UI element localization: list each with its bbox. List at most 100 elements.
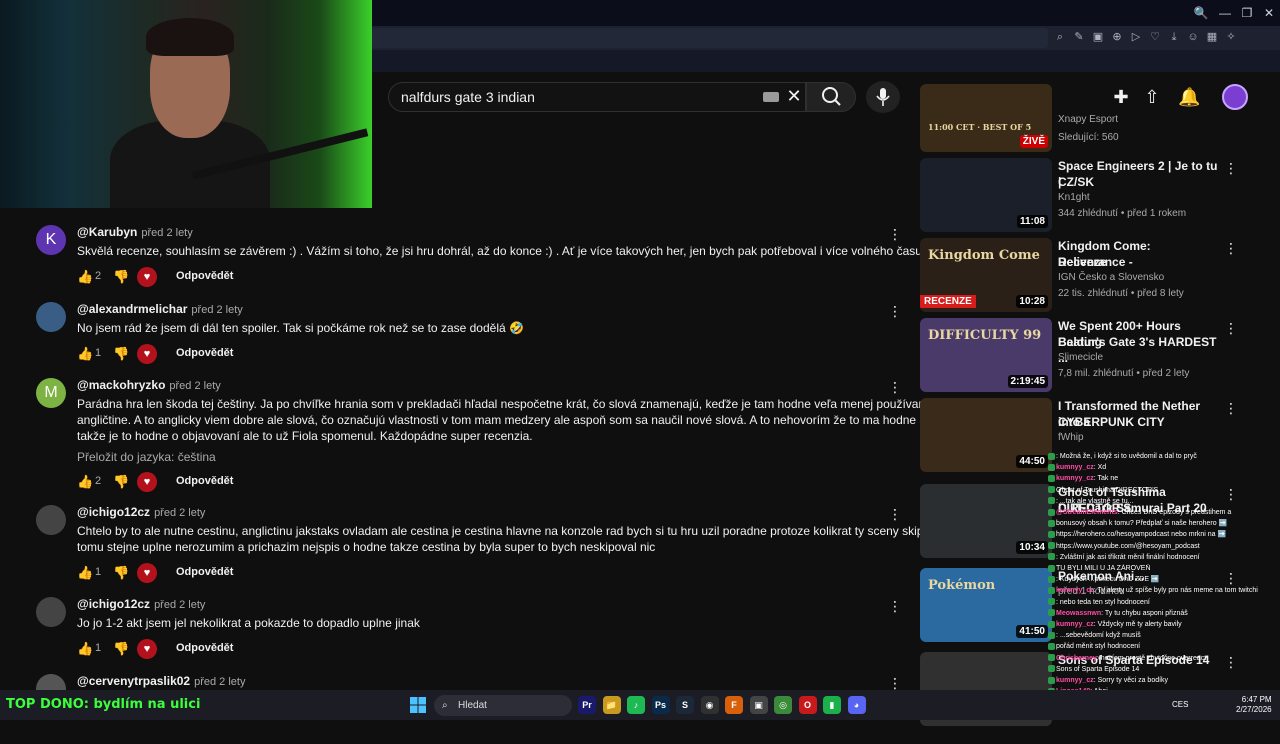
comment-handle[interactable]: @ichigo12cz (77, 505, 150, 519)
reply-button[interactable]: Odpovědět (176, 347, 233, 359)
video-thumbnail[interactable]: 10:34 (920, 484, 1052, 558)
comment-menu-icon[interactable]: ⋮ (888, 597, 902, 615)
like-icon[interactable]: 👍 (77, 346, 93, 362)
related-video[interactable]: Kingdom Come RECENZE 10:28 Kingdom Come: De… (920, 238, 1280, 312)
creator-heart-icon[interactable]: ♥ (137, 563, 157, 583)
comment-author[interactable]: @alexandrmelichar před 2 lety (77, 302, 243, 316)
like-icon[interactable]: 👍 (77, 565, 93, 581)
play-icon[interactable]: ▷ (1128, 29, 1144, 45)
search-input[interactable]: nalfdurs gate 3 indian (388, 82, 806, 112)
comment-handle[interactable]: @alexandrmelichar (77, 302, 187, 316)
video-title-line[interactable]: CZ/SK (1058, 174, 1218, 190)
discord-icon[interactable]: ◕ (847, 696, 866, 714)
chrome-icon[interactable]: ◎ (774, 696, 792, 714)
related-video[interactable]: DIFFICULTY 99 2:19:45 We Spent 200+ Hours … (920, 318, 1280, 392)
like-icon[interactable]: 👍 (77, 641, 93, 657)
channel-name[interactable]: fWhip (1058, 432, 1084, 443)
comment-menu-icon[interactable]: ⋮ (888, 302, 902, 320)
reply-button[interactable]: Odpovědět (176, 642, 233, 654)
video-thumbnail[interactable]: Kingdom Come RECENZE 10:28 (920, 238, 1052, 312)
video-thumbnail[interactable]: 11:08 (920, 158, 1052, 232)
channel-name[interactable]: Slimecicle (1058, 352, 1103, 363)
premiere-icon[interactable]: Pr (578, 696, 596, 714)
maximize-icon[interactable]: ❐ (1238, 4, 1256, 22)
comment-handle[interactable]: @Karubyn (77, 225, 137, 239)
like-icon[interactable]: 👍 (77, 474, 93, 490)
video-menu-icon[interactable]: ⋮ (1224, 320, 1238, 337)
video-menu-icon[interactable]: ⋮ (1224, 240, 1238, 257)
taskbar-search[interactable]: ⌕ Hledat (434, 695, 572, 716)
video-thumbnail[interactable]: Pokémon 41:50 (920, 568, 1052, 642)
video-title-line[interactable]: CYBERPUNK CITY (1058, 414, 1218, 430)
video-menu-icon[interactable]: ⋮ (1224, 400, 1238, 417)
firefox-icon[interactable]: F (725, 696, 743, 714)
comment-time[interactable]: před 2 lety (154, 507, 205, 519)
related-video[interactable]: 11:08 Space Engineers 2 | Je to tu | CZ/SK… (920, 158, 1280, 232)
camera-icon[interactable]: ▣ (1090, 29, 1106, 45)
minimize-icon[interactable]: — (1216, 4, 1234, 22)
translate-link[interactable]: Přeložit do jazyka: čeština (77, 450, 216, 464)
video-thumbnail[interactable]: 44:50 (920, 398, 1052, 472)
system-clock[interactable]: 6:47 PM 2/27/2026 (1236, 695, 1272, 715)
spotify-icon[interactable]: ♪ (627, 696, 645, 714)
comment-menu-icon[interactable]: ⋮ (888, 225, 902, 243)
video-thumbnail[interactable]: DIFFICULTY 99 2:19:45 (920, 318, 1052, 392)
comment-time[interactable]: před 2 lety (194, 676, 245, 688)
dislike-icon[interactable]: 👎 (113, 565, 129, 581)
comment-author[interactable]: @Karubyn před 2 lety (77, 225, 193, 239)
comment-time[interactable]: před 2 lety (191, 304, 242, 316)
comment-avatar[interactable] (36, 597, 66, 627)
related-video[interactable]: 11:00 CET · BEST OF 5 ŽIVĚ Xnapy Esport Sle… (920, 84, 1280, 152)
profile-icon[interactable]: ☺ (1185, 29, 1201, 45)
like-icon[interactable]: 👍 (77, 269, 93, 285)
creator-heart-icon[interactable]: ♥ (137, 344, 157, 364)
channel-name[interactable]: Kn1ght (1058, 192, 1090, 203)
comment-menu-icon[interactable]: ⋮ (888, 378, 902, 396)
windows-start-button[interactable] (410, 697, 426, 713)
reply-button[interactable]: Odpovědět (176, 566, 233, 578)
reply-button[interactable]: Odpovědět (176, 270, 233, 282)
heart-icon[interactable]: ♡ (1147, 29, 1163, 45)
channel-name[interactable]: IGN Česko a Slovensko (1058, 272, 1164, 283)
box-icon[interactable]: ▦ (1204, 29, 1220, 45)
video-thumbnail[interactable]: 11:00 CET · BEST OF 5 ŽIVĚ (920, 84, 1052, 152)
comment-avatar[interactable]: M (36, 378, 66, 408)
video-menu-icon[interactable]: ⋮ (1224, 160, 1238, 177)
folder-icon[interactable]: ▣ (749, 696, 768, 714)
close-icon[interactable]: ✕ (1260, 4, 1278, 22)
edit-icon[interactable]: ✎ (1071, 29, 1087, 45)
comment-time[interactable]: před 2 lety (154, 599, 205, 611)
comment-avatar[interactable] (36, 505, 66, 535)
creator-heart-icon[interactable]: ♥ (137, 472, 157, 492)
voice-search-button[interactable] (866, 81, 900, 113)
comment-menu-icon[interactable]: ⋮ (888, 505, 902, 523)
ai-icon[interactable]: ✧ (1223, 29, 1239, 45)
channel-name[interactable]: Sledující: 560 (1058, 132, 1119, 143)
comment-handle[interactable]: @mackohryzko (77, 378, 165, 392)
video-title-line[interactable]: Recenze (1058, 254, 1218, 270)
address-bar[interactable] (372, 28, 1048, 48)
video-title-line[interactable]: Xnapy Esport (1058, 112, 1218, 128)
comment-author[interactable]: @ichigo12cz před 2 lety (77, 597, 205, 611)
steam-icon[interactable]: S (676, 696, 694, 714)
app-icon[interactable]: ▮ (823, 696, 841, 714)
comment-avatar[interactable] (36, 302, 66, 332)
dislike-icon[interactable]: 👎 (113, 641, 129, 657)
comment-handle[interactable]: @ichigo12cz (77, 597, 150, 611)
photoshop-icon[interactable]: Ps (651, 696, 670, 714)
explorer-icon[interactable]: 📁 (602, 696, 621, 714)
dislike-icon[interactable]: 👎 (113, 346, 129, 362)
comment-avatar[interactable]: K (36, 225, 66, 255)
reply-button[interactable]: Odpovědět (176, 475, 233, 487)
comment-time[interactable]: před 2 lety (169, 380, 220, 392)
obs-icon[interactable]: ◉ (700, 696, 719, 714)
input-language[interactable]: CES (1172, 700, 1188, 709)
search-icon[interactable]: 🔍 (1192, 4, 1210, 22)
zoom-icon[interactable]: ⌕ (1052, 29, 1068, 45)
ext-icon[interactable]: ⊕ (1109, 29, 1125, 45)
comment-author[interactable]: @cervenytrpaslik02 před 2 lety (77, 674, 245, 688)
comment-author[interactable]: @mackohryzko před 2 lety (77, 378, 221, 392)
download-icon[interactable]: ⤓ (1166, 29, 1182, 45)
keyboard-icon[interactable] (763, 92, 779, 102)
clear-search-icon[interactable]: ✕ (784, 86, 804, 106)
